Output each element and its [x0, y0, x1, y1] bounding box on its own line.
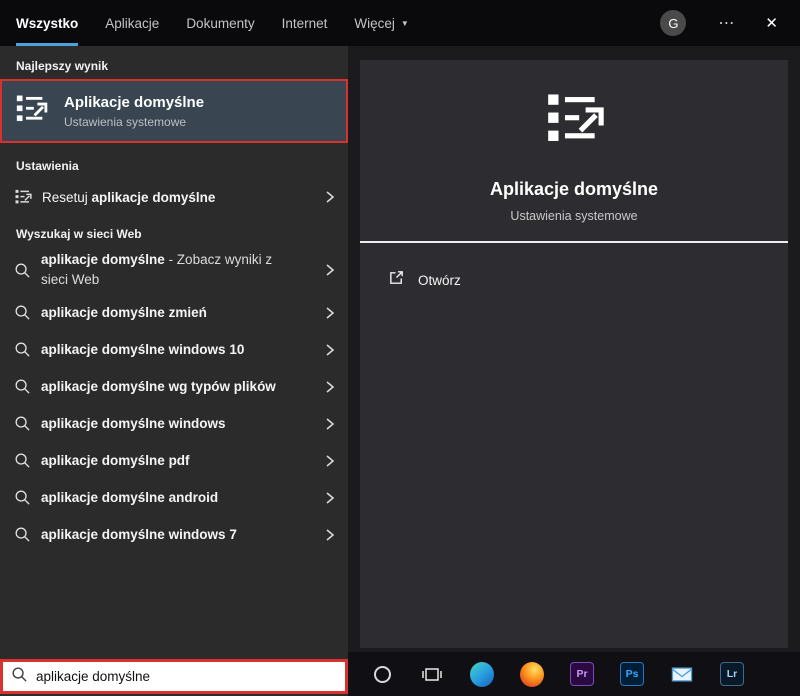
search-icon — [14, 262, 31, 279]
web-suggestion[interactable]: aplikacje domyślne android — [0, 479, 348, 516]
chevron-right-icon[interactable] — [324, 453, 336, 469]
result-prefix: Resetuj — [42, 189, 92, 205]
best-match-title: Aplikacje domyślne — [64, 93, 205, 111]
web-search-section-header: Wyszukaj w sieci Web — [16, 227, 142, 241]
web-suggestion[interactable]: aplikacje domyślne pdf — [0, 442, 348, 479]
web-suggestion[interactable]: aplikacje domyślne windows — [0, 405, 348, 442]
results-panel: Najlepszy wynik Aplikacje domyślne Ustaw… — [0, 46, 348, 696]
search-icon — [14, 489, 31, 506]
tab-aplikacje[interactable]: Aplikacje — [105, 0, 159, 46]
chevron-down-icon: ▼ — [400, 18, 409, 28]
default-apps-icon — [543, 88, 605, 155]
chevron-right-icon[interactable] — [324, 262, 336, 278]
chevron-right-icon[interactable] — [324, 490, 336, 506]
open-icon — [388, 269, 405, 291]
search-icon — [14, 341, 31, 358]
search-flyout: Wszystko Aplikacje Dokumenty Internet Wi… — [0, 0, 800, 696]
search-input[interactable] — [36, 669, 339, 684]
chevron-right-icon[interactable] — [324, 305, 336, 321]
default-apps-icon — [14, 92, 48, 131]
preview-title: Aplikacje domyślne — [489, 179, 659, 199]
web-suggestion[interactable]: aplikacje domyślne - Zobacz wyniki z sie… — [0, 246, 348, 294]
premiere-icon[interactable]: Pr — [570, 662, 594, 686]
search-icon — [14, 452, 31, 469]
chevron-right-icon[interactable] — [324, 527, 336, 543]
close-icon[interactable]: ✕ — [765, 14, 778, 32]
search-icon — [14, 526, 31, 543]
tab-internet[interactable]: Internet — [282, 0, 328, 46]
firefox-icon[interactable] — [520, 661, 544, 687]
best-match-header: Najlepszy wynik — [16, 59, 109, 73]
web-suggestions-list: aplikacje domyślne - Zobacz wyniki z sie… — [0, 246, 348, 553]
web-suggestion[interactable]: aplikacje domyślne windows 7 — [0, 516, 348, 553]
chevron-right-icon[interactable] — [324, 189, 336, 205]
more-options-icon[interactable]: ⋯ — [718, 13, 735, 33]
tab-wiecej[interactable]: Więcej ▼ — [354, 0, 408, 46]
search-icon — [11, 666, 28, 688]
chevron-right-icon[interactable] — [324, 342, 336, 358]
result-query: aplikacje domyślne — [91, 189, 216, 205]
search-icon — [14, 415, 31, 432]
edge-icon[interactable] — [470, 661, 494, 687]
mail-icon[interactable] — [670, 662, 694, 686]
preview-panel: Aplikacje domyślne Ustawienia systemowe … — [360, 60, 788, 648]
search-icon — [14, 304, 31, 321]
settings-section-header: Ustawienia — [16, 159, 79, 173]
tab-wszystko[interactable]: Wszystko — [16, 0, 79, 46]
open-action[interactable]: Otwórz — [360, 269, 788, 291]
open-label: Otwórz — [418, 272, 461, 288]
chevron-right-icon[interactable] — [324, 416, 336, 432]
search-box[interactable] — [0, 659, 348, 694]
web-suggestion[interactable]: aplikacje domyślne wg typów plików — [0, 368, 348, 405]
default-apps-icon — [14, 188, 32, 206]
account-avatar[interactable]: G — [660, 10, 687, 36]
task-view-icon[interactable] — [420, 662, 444, 686]
search-filter-bar: Wszystko Aplikacje Dokumenty Internet Wi… — [0, 0, 800, 46]
preview-subtitle: Ustawienia systemowe — [510, 209, 638, 223]
photoshop-icon[interactable]: Ps — [620, 662, 644, 686]
best-match-result[interactable]: Aplikacje domyślne Ustawienia systemowe — [0, 79, 348, 143]
divider — [360, 241, 788, 243]
settings-result-reset-default-apps[interactable]: Resetuj aplikacje domyślne — [0, 180, 348, 214]
cortana-icon[interactable] — [370, 662, 394, 686]
web-suggestion[interactable]: aplikacje domyślne windows 10 — [0, 331, 348, 368]
best-match-subtitle: Ustawienia systemowe — [64, 114, 187, 129]
tab-dokumenty[interactable]: Dokumenty — [186, 0, 254, 46]
taskbar: Pr Ps Lr — [348, 652, 800, 696]
web-suggestion[interactable]: aplikacje domyślne zmień — [0, 294, 348, 331]
search-icon — [14, 378, 31, 395]
lightroom-icon[interactable]: Lr — [720, 662, 744, 686]
chevron-right-icon[interactable] — [324, 379, 336, 395]
